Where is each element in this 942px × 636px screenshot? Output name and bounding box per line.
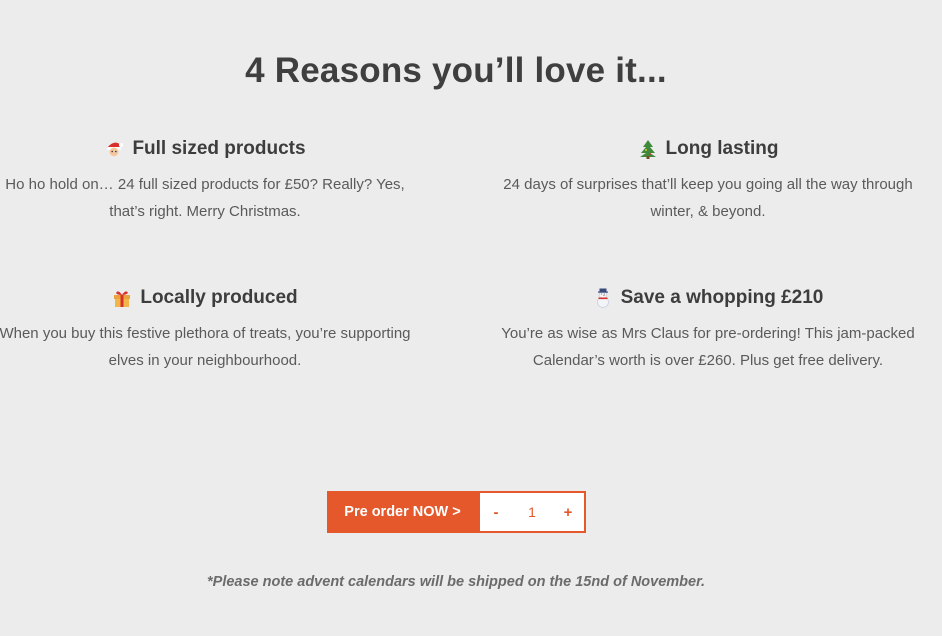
quantity-input[interactable] bbox=[512, 504, 552, 520]
quantity-stepper: - + bbox=[478, 491, 586, 533]
snowman-icon bbox=[596, 288, 609, 308]
reason-long-lasting: Long lasting 24 days of surprises that’l… bbox=[500, 138, 916, 225]
increase-quantity-button[interactable]: + bbox=[552, 493, 584, 531]
reason-text: Ho ho hold on… 24 full sized products fo… bbox=[5, 176, 405, 220]
reason-text: You’re as wise as Mrs Claus for pre-orde… bbox=[501, 325, 915, 369]
preorder-controls: Pre order NOW > - + bbox=[327, 491, 586, 533]
reason-title: Full sized products bbox=[0, 138, 420, 160]
reason-title: Save a whopping £210 bbox=[500, 287, 916, 309]
christmas-tree-icon bbox=[639, 140, 656, 159]
shipping-note: *Please note advent calendars will be sh… bbox=[207, 573, 705, 590]
reason-locally-produced: Locally produced When you buy this festi… bbox=[0, 287, 415, 374]
reason-text: When you buy this festive plethora of tr… bbox=[0, 325, 411, 369]
reason-title: Locally produced bbox=[0, 287, 415, 309]
santa-icon bbox=[107, 142, 124, 157]
decrease-quantity-button[interactable]: - bbox=[480, 493, 512, 531]
reason-title: Long lasting bbox=[500, 138, 916, 160]
reason-full-sized: Full sized products Ho ho hold on… 24 fu… bbox=[0, 138, 420, 225]
section-title: 4 Reasons you’ll love it... bbox=[245, 51, 667, 91]
reason-text: 24 days of surprises that’ll keep you go… bbox=[503, 176, 913, 220]
preorder-button[interactable]: Pre order NOW > bbox=[327, 491, 478, 533]
reason-save: Save a whopping £210 You’re as wise as M… bbox=[500, 287, 916, 374]
gift-icon bbox=[114, 291, 131, 307]
